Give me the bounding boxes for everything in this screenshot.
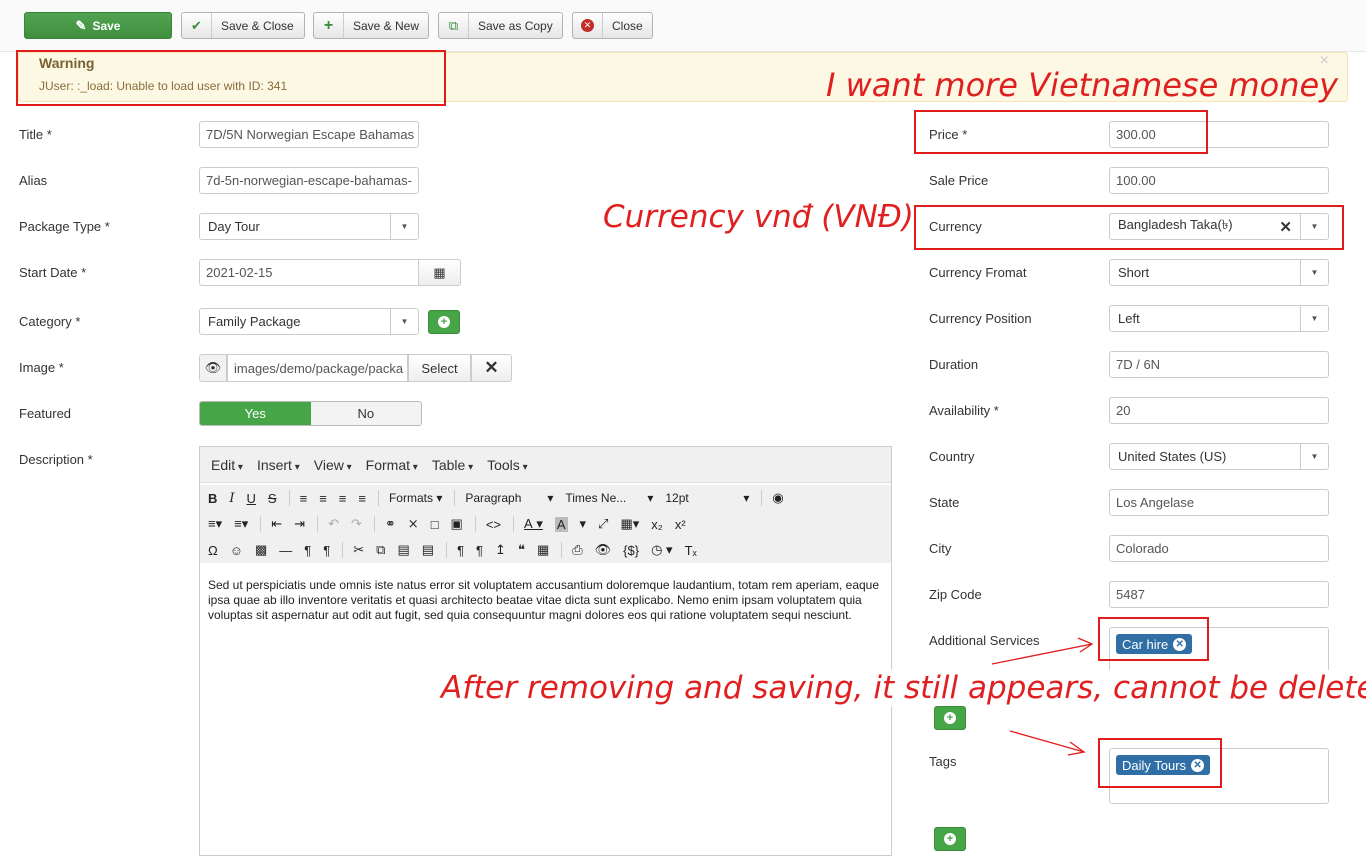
annotation-vnd-money: I want more Vietnamese money (826, 66, 1339, 104)
annotation-arrows (991, 637, 1094, 756)
annotation-removing: After removing and saving, it still appe… (441, 670, 1366, 706)
annotation-currency-vnd: Currency vnđ (VNĐ) (603, 199, 914, 235)
